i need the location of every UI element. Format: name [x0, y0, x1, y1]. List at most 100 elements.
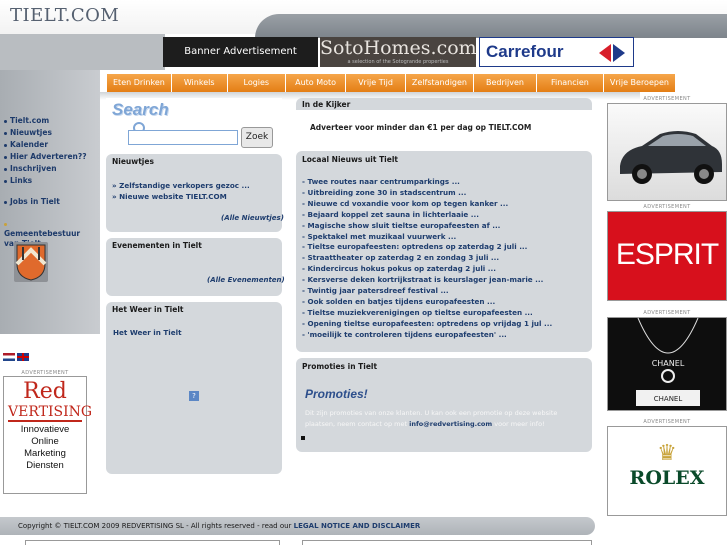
rolex-text: ROLEX: [629, 467, 705, 489]
nieuwtjes-item-label: Nieuwe website TIELT.COM: [119, 192, 227, 201]
footer-box-right: [302, 540, 592, 545]
promoties-body2: plaatsen, neem contact op met: [305, 420, 408, 428]
nav-financien[interactable]: Financien: [536, 74, 604, 92]
banner-advertisement[interactable]: Banner Advertisement available: [163, 37, 318, 87]
lokaal-nieuws-item[interactable]: - Ook solden en batjes tijdens europafee…: [302, 297, 495, 306]
chanel-ad[interactable]: CHANEL CHANEL: [607, 317, 727, 411]
lokaal-nieuws-title: Locaal Nieuws uit Tielt: [302, 155, 398, 164]
search-input[interactable]: [128, 130, 238, 145]
car-image-icon: [620, 131, 722, 184]
nieuwtjes-item[interactable]: » Nieuwe website TIELT.COM: [112, 192, 227, 201]
lokaal-nieuws-item[interactable]: - Magische show sluit tieltse europafees…: [302, 221, 500, 230]
advertisement-label: ADVERTISEMENT: [643, 96, 691, 102]
lokaal-nieuws-item[interactable]: - Twee routes naar centrumparkings ...: [302, 177, 460, 186]
crown-icon: ♛: [657, 441, 677, 466]
red-ad-line5: Marketing: [24, 448, 66, 459]
weer-title: Het Weer in Tielt: [112, 305, 184, 314]
promoties-title: Promoties in Tielt: [302, 362, 378, 371]
bullet-icon: [4, 167, 7, 171]
bullet-icon: [4, 200, 7, 204]
sidebar-item-label: Tielt.com: [10, 116, 50, 125]
nav-auto-moto[interactable]: Auto Moto: [286, 74, 347, 92]
red-ad-line4: Online: [31, 436, 59, 447]
alle-nieuwtjes-link[interactable]: (Alle Nieuwtjes): [221, 214, 284, 222]
sidebar-item-jobs[interactable]: Jobs in Tielt: [4, 197, 60, 206]
tielt-coat-of-arms-icon[interactable]: [14, 242, 48, 282]
sidebar-item-adverteren[interactable]: Hier Adverteren??: [4, 152, 87, 161]
bullet-icon: [4, 119, 7, 123]
flag-nl-icon[interactable]: [3, 353, 15, 361]
rolex-ad[interactable]: ♛ ROLEX: [607, 426, 727, 516]
promoties-heading: Promoties!: [305, 387, 368, 401]
bullet-icon: [4, 222, 7, 226]
necklace-image-icon: CHANEL CHANEL: [636, 318, 700, 406]
sotohomes-banner[interactable]: SotoHomes.com a selection of the Sotogra…: [320, 37, 477, 67]
lokaal-nieuws-item[interactable]: - Bejaard koppel zet sauna in lichterlaa…: [302, 210, 479, 219]
bullet-icon: [301, 436, 305, 440]
sidebar-item-tielt[interactable]: Tielt.com: [4, 116, 49, 125]
sotohomes-title: SotoHomes.com: [320, 37, 477, 59]
header-left-block: [0, 34, 165, 70]
lokaal-nieuws-item[interactable]: - Opening tieltse europafeesten: optrede…: [302, 319, 552, 328]
weather-placeholder-icon: ?: [189, 391, 199, 401]
lokaal-nieuws-item[interactable]: - Spektakel met muzikaal vuurwerk ...: [302, 232, 456, 241]
lokaal-nieuws-item[interactable]: - Twintig jaar patersdreef festival ...: [302, 286, 449, 295]
copyright-text: Copyright © TIELT.COM 2009 REDVERTISING …: [18, 522, 292, 530]
nav-zelfstandigen[interactable]: Zelfstandigen: [405, 74, 474, 92]
site-logo[interactable]: TIELT.COM: [10, 5, 119, 26]
header-curve: [255, 14, 727, 38]
red-ad-line6: Diensten: [26, 460, 64, 471]
lokaal-nieuws-item[interactable]: - 'moeilijk te controleren tijdens europ…: [302, 330, 507, 339]
weer-link[interactable]: Het Weer in Tielt: [113, 328, 182, 337]
promoties-email-link[interactable]: info@redvertising.com: [409, 420, 492, 428]
evenementen-title: Evenementen in Tielt: [112, 241, 202, 250]
advertisement-label: ADVERTISEMENT: [643, 204, 691, 210]
sidebar-item-nieuwtjes[interactable]: Nieuwtjes: [4, 128, 52, 137]
nav-vrije-tijd[interactable]: Vrije Tijd: [346, 74, 406, 92]
search-logo: Search: [112, 100, 169, 119]
carrefour-logo-text: Carrefour: [486, 42, 564, 61]
sidebar-item-label: Kalender: [10, 140, 49, 149]
search-button[interactable]: Zoek: [241, 127, 273, 148]
sidebar-item-label: Nieuwtjes: [10, 128, 52, 137]
sidebar-item-label: Links: [10, 176, 33, 185]
nav-bedrijven[interactable]: Bedrijven: [474, 74, 537, 92]
bullet-icon: [4, 179, 7, 183]
lokaal-nieuws-item[interactable]: - Tieltse muziekverenigingen op tieltse …: [302, 308, 533, 317]
lokaal-nieuws-item[interactable]: - Tieltse europafeesten: optredens op za…: [302, 242, 527, 251]
lokaal-nieuws-item[interactable]: - Uitbreiding zone 30 in stadscentrum ..…: [302, 188, 466, 197]
redvertising-ad[interactable]: Red VERTISING Innovatieve Online Marketi…: [3, 376, 93, 494]
chanel-text: CHANEL: [652, 359, 685, 368]
sidebar-item-kalender[interactable]: Kalender: [4, 140, 48, 149]
lokaal-nieuws-item[interactable]: - Straattheater op zaterdag 2 en zondag …: [302, 253, 499, 262]
legal-notice-link[interactable]: LEGAL NOTICE AND DISCLAIMER: [294, 522, 421, 530]
nav-logies[interactable]: Logies: [227, 74, 287, 92]
car-ad[interactable]: [607, 103, 727, 201]
sidebar-item-inschrijven[interactable]: Inschrijven: [4, 164, 57, 173]
lokaal-nieuws-item[interactable]: - Nieuwe cd voxandie voor kom op tegen k…: [302, 199, 508, 208]
lokaal-nieuws-item[interactable]: - Kindercircus hokus pokus op zaterdag 2…: [302, 264, 496, 273]
sidebar-item-links[interactable]: Links: [4, 176, 32, 185]
nieuwtjes-item[interactable]: » Zelfstandige verkopers gezoc ...: [112, 181, 250, 190]
lokaal-nieuws-item[interactable]: - Kersverse deken kortrijkstraat is keur…: [302, 275, 543, 284]
footer-text: Copyright © TIELT.COM 2009 REDVERTISING …: [18, 522, 420, 530]
esprit-ad[interactable]: ESPRIT: [607, 211, 727, 301]
promoties-body3: voor meer info!: [494, 420, 545, 428]
sotohomes-subtitle: a selection of the Sotogrande properties: [347, 59, 449, 65]
kijker-title: In de Kijker: [302, 100, 351, 109]
advertisement-label: ADVERTISEMENT: [643, 419, 691, 425]
nieuwtjes-title: Nieuwtjes: [112, 157, 154, 166]
carrefour-banner[interactable]: Carrefour: [479, 37, 634, 67]
alle-evenementen-link[interactable]: (Alle Evenementen): [207, 276, 285, 284]
footer-box-left: [25, 540, 280, 545]
promoties-body2-line: plaatsen, neem contact op met info@redve…: [305, 418, 545, 430]
category-nav: Eten Drinken Winkels Logies Auto Moto Vr…: [107, 74, 676, 92]
flag-uk-icon[interactable]: [17, 353, 29, 361]
bullet-icon: [4, 155, 7, 159]
red-ad-line2: VERTISING: [8, 404, 93, 422]
nav-vrije-beroepen[interactable]: Vrije Beroepen: [603, 74, 676, 92]
nav-winkels[interactable]: Winkels: [171, 74, 228, 92]
nav-eten-drinken[interactable]: Eten Drinken: [107, 74, 172, 92]
bullet-icon: [4, 131, 7, 135]
advertisement-label: ADVERTISEMENT: [643, 310, 691, 316]
